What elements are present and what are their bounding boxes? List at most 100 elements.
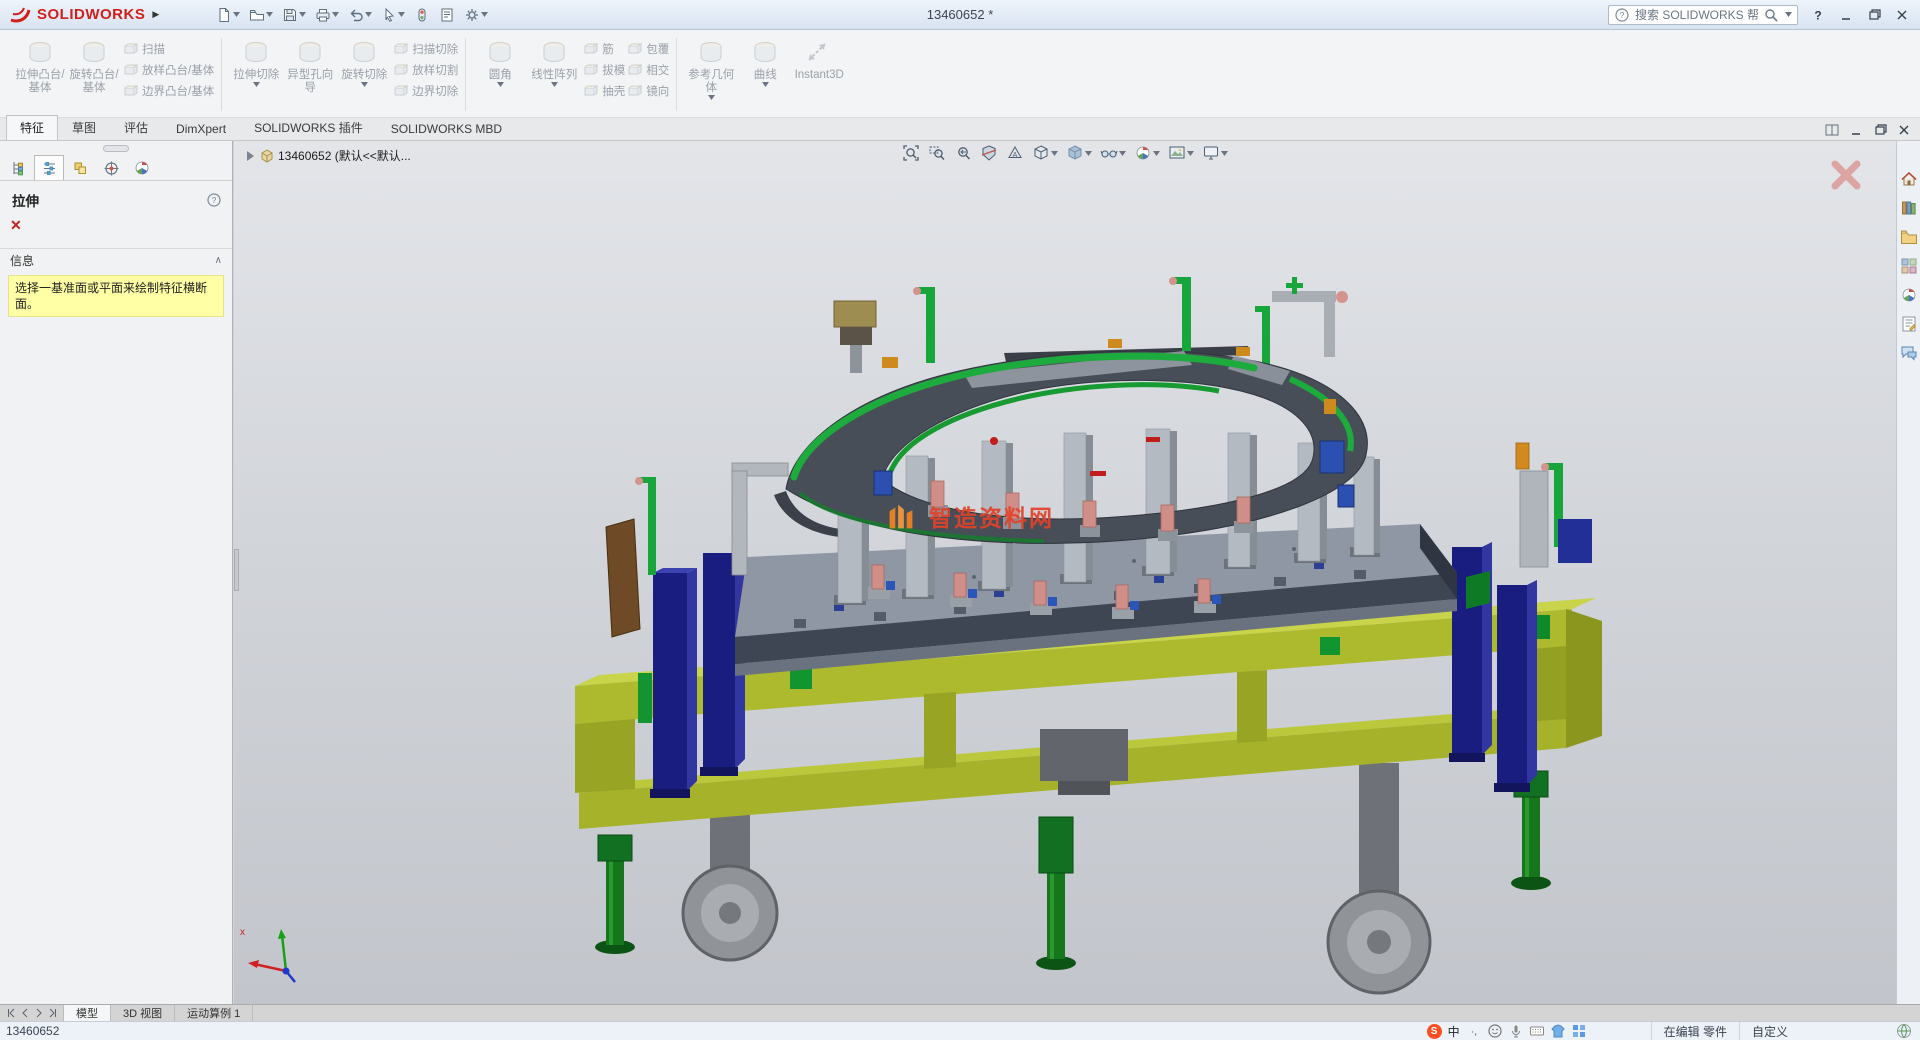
print-button[interactable] (312, 5, 342, 25)
options-gear-button[interactable] (461, 5, 491, 25)
tab-DimXpert[interactable]: DimXpert (162, 118, 240, 140)
ribbon-linear-pattern[interactable]: 线性阵列 (527, 34, 581, 87)
menu-flyout-arrow[interactable]: ▶ (152, 9, 159, 20)
undo-button[interactable] (345, 5, 375, 25)
taskpane-home-button[interactable] (1899, 169, 1919, 189)
ribbon-mirror[interactable]: 镜向 (627, 82, 669, 99)
annotation-views-button[interactable]: A (1003, 142, 1027, 164)
ribbon-revolved-boss[interactable]: 旋转凸台/基体 (67, 34, 121, 95)
panel-splitter-handle[interactable] (234, 549, 239, 591)
view-settings-button[interactable] (1199, 142, 1231, 164)
customize-menu[interactable]: 自定义 (1739, 1022, 1800, 1040)
bottom-tab-运动算例 1[interactable]: 运动算例 1 (175, 1005, 253, 1021)
open-folder-button[interactable] (246, 5, 276, 25)
tab-特征[interactable]: 特征 (6, 115, 58, 140)
ribbon-boundary-cut[interactable]: 边界切除 (393, 82, 458, 99)
search-caret-icon[interactable] (1785, 12, 1792, 17)
ribbon-rib[interactable]: 筋 (583, 40, 625, 57)
headsup-toolbar: A (899, 142, 1231, 164)
ribbon-reference-geometry[interactable]: 参考几何体 (684, 34, 738, 100)
ime-skin-button[interactable] (1550, 1023, 1566, 1039)
ribbon-swept-cut[interactable]: 扫描切除 (393, 40, 458, 57)
rebuild-button[interactable] (411, 5, 433, 25)
pm-section-header[interactable]: 信息 ∧ (0, 248, 232, 272)
pm-cancel-button[interactable]: ✕ (0, 216, 232, 232)
ribbon-wrap[interactable]: 包覆 (627, 40, 669, 57)
ime-emoji-button[interactable] (1487, 1023, 1503, 1039)
graphics-area[interactable]: 13460652 (默认<<默认... A (234, 141, 1896, 1004)
ime-mic-button[interactable] (1508, 1023, 1524, 1039)
save-button[interactable] (279, 5, 309, 25)
nav-first-button[interactable] (4, 1007, 17, 1019)
ribbon-extruded-boss[interactable]: 拉伸凸台/基体 (13, 34, 67, 95)
pm-dimxpert-tab[interactable] (96, 155, 126, 180)
tree-expand-icon[interactable] (244, 149, 256, 163)
ime-punct-button[interactable]: ·, (1466, 1023, 1482, 1039)
doc-restore-button[interactable] (1872, 122, 1888, 138)
ribbon-revolved-cut[interactable]: 旋转切除 (337, 34, 391, 87)
help-button[interactable]: ? (1804, 3, 1832, 27)
ribbon-hole-wizard[interactable]: 异型孔向导 (283, 34, 337, 95)
ribbon-intersect[interactable]: 相交 (627, 61, 669, 78)
pm-tree-tab[interactable] (3, 155, 33, 180)
nav-prev-button[interactable] (18, 1007, 31, 1019)
doc-close-button[interactable] (1896, 122, 1912, 138)
taskpane-forum-button[interactable] (1899, 343, 1919, 363)
view-orientation-button[interactable] (1029, 142, 1061, 164)
tab-SOLIDWORKS 插件[interactable]: SOLIDWORKS 插件 (240, 115, 377, 140)
taskpane-appearances-button[interactable] (1899, 285, 1919, 305)
file-properties-button[interactable] (436, 5, 458, 25)
taskpane-view-palette-button[interactable] (1899, 256, 1919, 276)
ribbon-lofted-cut[interactable]: 放样切割 (393, 61, 458, 78)
ime-grid-button[interactable] (1571, 1023, 1587, 1039)
pm-config-tab[interactable] (65, 155, 95, 180)
apply-scene-button[interactable] (1165, 142, 1197, 164)
pm-display-tab[interactable] (127, 155, 157, 180)
ribbon-boundary-boss[interactable]: 边界凸台/基体 (123, 82, 214, 99)
section-view-button[interactable] (977, 142, 1001, 164)
ribbon-fillet[interactable]: 圆角 (473, 34, 527, 87)
tab-评估[interactable]: 评估 (110, 115, 162, 140)
taskpane-design-library-button[interactable] (1899, 198, 1919, 218)
new-document-button[interactable] (213, 5, 243, 25)
previous-view-button[interactable] (951, 142, 975, 164)
search-input[interactable]: ? 搜索 SOLIDWORKS 帮助 (1608, 5, 1798, 25)
statusbar: 13460652 S 中 ·, 在编辑 零件 自定义 (0, 1021, 1920, 1040)
ribbon-swept-boss[interactable]: 扫描 (123, 40, 214, 57)
nav-last-button[interactable] (46, 1007, 59, 1019)
maximize-button[interactable] (1860, 3, 1888, 27)
ribbon-shell[interactable]: 抽壳 (583, 82, 625, 99)
taskpane-file-explorer-button[interactable] (1899, 227, 1919, 247)
ribbon-draft[interactable]: 拔模 (583, 61, 625, 78)
taskpane-custom-properties-button[interactable] (1899, 314, 1919, 334)
sogou-logo-icon[interactable]: S (1427, 1024, 1442, 1039)
close-button[interactable] (1888, 3, 1916, 27)
zoom-fit-button[interactable] (899, 142, 923, 164)
feature-tree-root[interactable]: 13460652 (默认<<默认... (244, 147, 411, 164)
ribbon-curves[interactable]: 曲线 (738, 34, 792, 87)
confirmation-corner-cancel[interactable] (1828, 157, 1864, 196)
panel-collapse-handle[interactable] (103, 145, 129, 152)
edit-appearance-button[interactable] (1131, 142, 1163, 164)
zoom-area-button[interactable] (925, 142, 949, 164)
tab-SOLIDWORKS MBD[interactable]: SOLIDWORKS MBD (377, 118, 516, 140)
doc-pane-split-button[interactable] (1824, 122, 1840, 138)
ribbon-extruded-cut[interactable]: 拉伸切除 (229, 34, 283, 87)
doc-minimize-button[interactable] (1848, 122, 1864, 138)
ime-keyboard-button[interactable] (1529, 1023, 1545, 1039)
intersect-label: 相交 (646, 62, 669, 78)
pm-help-icon[interactable]: ? (206, 192, 222, 208)
ime-mode-label[interactable]: 中 (1448, 1023, 1460, 1040)
ribbon-lofted-boss[interactable]: 放样凸台/基体 (123, 61, 214, 78)
bottom-tab-3D 视图[interactable]: 3D 视图 (111, 1005, 175, 1021)
nav-next-button[interactable] (32, 1007, 45, 1019)
ribbon-instant3d[interactable]: Instant3D (792, 34, 846, 82)
bottom-tab-模型[interactable]: 模型 (64, 1005, 111, 1021)
minimize-button[interactable] (1832, 3, 1860, 27)
tab-草图[interactable]: 草图 (58, 115, 110, 140)
status-globe-icon[interactable] (1896, 1023, 1912, 1039)
pm-property-tab[interactable] (34, 155, 64, 180)
select-cursor-button[interactable] (378, 5, 408, 25)
hide-show-items-button[interactable] (1097, 142, 1129, 164)
display-style-button[interactable] (1063, 142, 1095, 164)
